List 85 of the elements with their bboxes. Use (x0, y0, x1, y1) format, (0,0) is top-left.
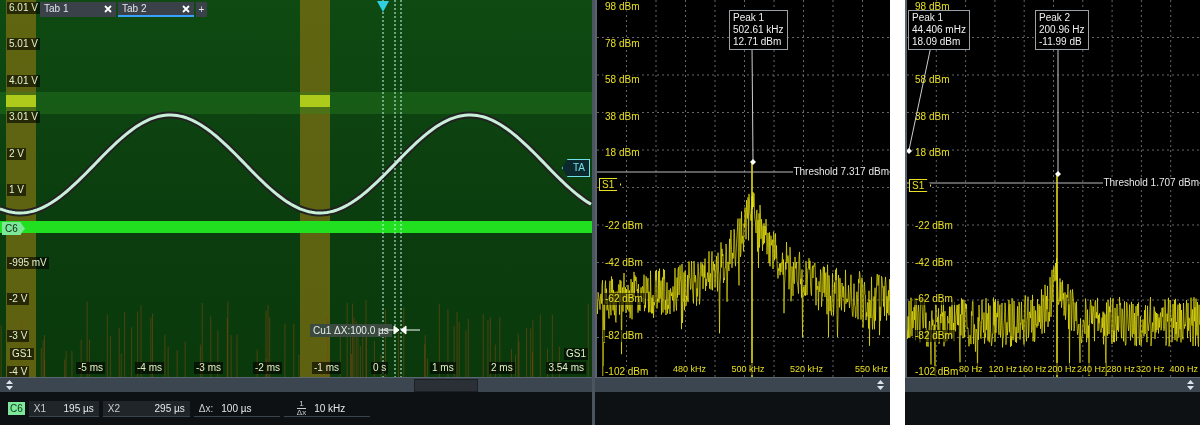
cursor-readout: Cu1 ΔX:100.0 µs (310, 324, 392, 337)
axis-label: 240 Hz (1077, 363, 1106, 375)
tab[interactable]: Tab 1 (40, 2, 116, 17)
axis-label: 2 ms (489, 362, 515, 374)
cursor-line[interactable] (382, 0, 384, 377)
axis-label: -3 ms (194, 362, 223, 374)
field-label: X1 (33, 402, 47, 414)
field-label: X2 (107, 402, 121, 414)
field-value: 10 kHz (314, 402, 346, 414)
axis-label: 4.01 V (7, 74, 40, 87)
axis-label: 6.01 V (7, 2, 40, 14)
cursor-field[interactable]: X2 295 µs (102, 400, 190, 417)
field-value: 195 µs (63, 402, 94, 414)
add-tab-button[interactable]: + (196, 2, 207, 17)
peak-readout: Peak 1 44.406 mHz 18.09 dBm (908, 10, 970, 50)
delta-field[interactable]: Δx: 100 µs (193, 400, 280, 417)
axis-label: 38 dBm (603, 110, 642, 123)
axis-label: -5 ms (76, 362, 105, 374)
axis-label: 18 dBm (913, 147, 952, 159)
peak-readout: Peak 2 200.96 Hz -11.99 dB (1035, 10, 1089, 50)
axis-label: 480 kHz (673, 363, 707, 375)
axis-label: 38 dBm (913, 110, 952, 123)
axis-label: -1 ms (312, 362, 341, 374)
axis-label: 78 dBm (603, 37, 642, 50)
axis-label: 58 dBm (913, 74, 952, 86)
axis-label: 1 V (7, 184, 26, 196)
axis-label: -995 mV (7, 256, 49, 269)
axis-label: 18 dBm (603, 147, 642, 159)
axis-label: 98 dBm (603, 1, 642, 13)
cursor-arrows-icon (380, 325, 420, 335)
axis-label: 550 kHz (854, 363, 888, 375)
axis-label: -62 dBm (603, 293, 645, 305)
scroll-arrows-icon[interactable] (6, 380, 13, 390)
axis-label: 280 Hz (1106, 363, 1136, 375)
axis-label: 320 Hz (1136, 363, 1165, 375)
field-value: 100 µs (221, 402, 252, 414)
axis-label: 2 V (7, 147, 26, 160)
cursor-line[interactable] (394, 0, 402, 377)
axis-label: 400 Hz (1169, 363, 1198, 375)
peak-marker-icon (1055, 171, 1061, 177)
axis-label: 80 Hz (959, 363, 983, 375)
axis-label: 3.01 V (7, 111, 40, 124)
axis-label: 1 ms (430, 362, 456, 374)
fraction-label: 1 Δx (296, 399, 307, 417)
axis-label: 160 Hz (1018, 363, 1047, 375)
cursor-field[interactable]: X1 195 µs (28, 400, 99, 417)
axis-label: -82 dBm (603, 329, 645, 342)
axis-label: 3.54 ms (546, 362, 586, 374)
ground-marker-label: GS1 (564, 348, 588, 360)
close-icon[interactable] (104, 4, 112, 13)
source-marker[interactable]: S1 (909, 179, 932, 192)
axis-label: 0 s (371, 362, 389, 374)
channel-marker[interactable]: C6 (2, 222, 25, 235)
scroll-arrows-icon[interactable] (1187, 380, 1194, 390)
peak-readout: Peak 1 502.61 kHz 12.71 dBm (729, 10, 788, 50)
axis-label: -42 dBm (913, 256, 955, 269)
trigger-position-icon[interactable] (377, 1, 389, 12)
axis-label: 500 kHz (731, 363, 765, 375)
axis-label: 200 Hz (1047, 363, 1077, 375)
axis-label: -2 ms (253, 362, 282, 374)
threshold-label: Threshold 7.317 dBm (793, 166, 889, 177)
ground-marker-label: GS1 (10, 348, 34, 360)
axis-label: -3 V (7, 329, 30, 342)
axis-label: -22 dBm (603, 220, 645, 232)
channel-badge: C6 (8, 402, 25, 415)
scroll-handle[interactable] (414, 379, 478, 392)
axis-label: -4 ms (135, 362, 164, 374)
axis-label: -82 dBm (913, 329, 955, 342)
peak-marker-icon (750, 159, 756, 165)
axis-label: -62 dBm (913, 293, 955, 305)
close-icon[interactable] (182, 4, 190, 13)
axis-label: 58 dBm (603, 74, 642, 86)
tab[interactable]: Tab 2 (118, 2, 194, 17)
axis-label: 120 Hz (988, 363, 1018, 375)
axis-label: -22 dBm (913, 220, 955, 232)
axis-label: -42 dBm (603, 256, 645, 269)
trigger-marker[interactable]: TA (561, 159, 590, 177)
field-label: Δx: (198, 402, 214, 414)
source-marker[interactable]: S1 (599, 178, 622, 191)
axis-label: 520 kHz (790, 363, 824, 375)
axis-label: 5.01 V (7, 38, 40, 51)
threshold-label: Threshold 1.707 dBm (1103, 177, 1199, 188)
axis-label: -2 V (7, 293, 30, 306)
field-value: 295 µs (154, 402, 185, 414)
scroll-arrows-icon[interactable] (877, 380, 884, 390)
